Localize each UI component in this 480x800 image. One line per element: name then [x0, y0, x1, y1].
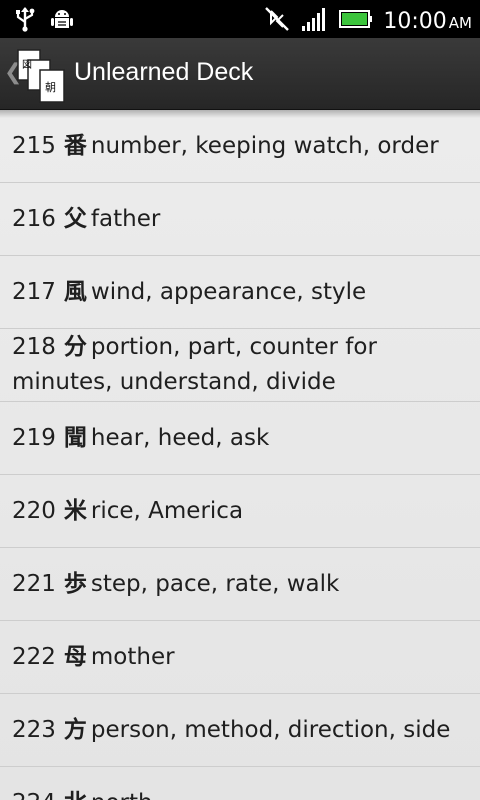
- item-number: 220: [12, 497, 56, 524]
- item-kanji: 歩: [63, 570, 87, 597]
- item-meaning: wind, appearance, style: [90, 278, 367, 305]
- item-meaning: father: [90, 205, 161, 232]
- list-item[interactable]: 215 番 number, keeping watch, order: [0, 110, 480, 183]
- item-number: 224: [12, 790, 56, 800]
- list-item[interactable]: 224 北 north: [0, 767, 480, 800]
- item-kanji: 母: [63, 643, 87, 670]
- item-number: 217: [12, 278, 56, 305]
- clock-time: 10:00: [383, 8, 447, 34]
- item-kanji: 父: [63, 205, 87, 232]
- status-bar: 10:00 AM: [0, 0, 480, 38]
- list-item[interactable]: 221 歩 step, pace, rate, walk: [0, 548, 480, 621]
- item-meaning: mother: [90, 643, 175, 670]
- item-number: 218: [12, 334, 56, 360]
- item-meaning: number, keeping watch, order: [90, 132, 439, 159]
- item-kanji: 分: [63, 334, 87, 360]
- item-meaning: north: [91, 790, 153, 800]
- item-meaning: step, pace, rate, walk: [90, 570, 340, 597]
- action-bar-shadow: [0, 110, 480, 118]
- item-kanji: 米: [63, 497, 87, 524]
- clock-ampm: AM: [448, 13, 472, 32]
- data-sync-off-icon: [263, 5, 291, 37]
- item-meaning: person, method, direction, side: [90, 716, 451, 743]
- page-title: Unlearned Deck: [74, 58, 254, 86]
- list-item[interactable]: 217 風 wind, appearance, style: [0, 256, 480, 329]
- item-kanji: 風: [63, 278, 87, 305]
- battery-icon: [339, 8, 373, 34]
- item-number: 219: [12, 424, 56, 451]
- app-logo[interactable]: 図 朝: [16, 46, 68, 104]
- status-clock: 10:00 AM: [383, 9, 472, 34]
- item-meaning: hear, heed, ask: [90, 424, 270, 451]
- list-item[interactable]: 216 父 father: [0, 183, 480, 256]
- logo-glyph-1: 図: [22, 59, 32, 71]
- list-item[interactable]: 219 聞 hear, heed, ask: [0, 402, 480, 475]
- logo-glyph-2: 朝: [45, 81, 56, 94]
- item-number: 223: [12, 716, 56, 743]
- item-kanji: 聞: [63, 424, 87, 451]
- list-item[interactable]: 223 方 person, method, direction, side: [0, 694, 480, 767]
- item-number: 215: [12, 132, 56, 159]
- item-kanji: 方: [63, 716, 87, 743]
- item-number: 221: [12, 570, 56, 597]
- android-debug-icon: [50, 6, 74, 36]
- item-kanji: 番: [63, 132, 87, 159]
- signal-strength-icon: [301, 6, 329, 36]
- action-bar: ❮ 図 朝 Unlearned Deck: [0, 38, 480, 110]
- item-number: 222: [12, 643, 56, 670]
- kanji-list[interactable]: 215 番 number, keeping watch, order 216 父 fat…: [0, 110, 480, 800]
- item-number: 216: [12, 205, 56, 232]
- usb-icon: [14, 6, 36, 36]
- item-kanji: 北: [64, 790, 87, 800]
- item-meaning: rice, America: [90, 497, 244, 524]
- list-item[interactable]: 222 母 mother: [0, 621, 480, 694]
- list-item[interactable]: 218 分 portion, part, counter for minutes, …: [0, 329, 480, 402]
- list-item[interactable]: 220 米 rice, America: [0, 475, 480, 548]
